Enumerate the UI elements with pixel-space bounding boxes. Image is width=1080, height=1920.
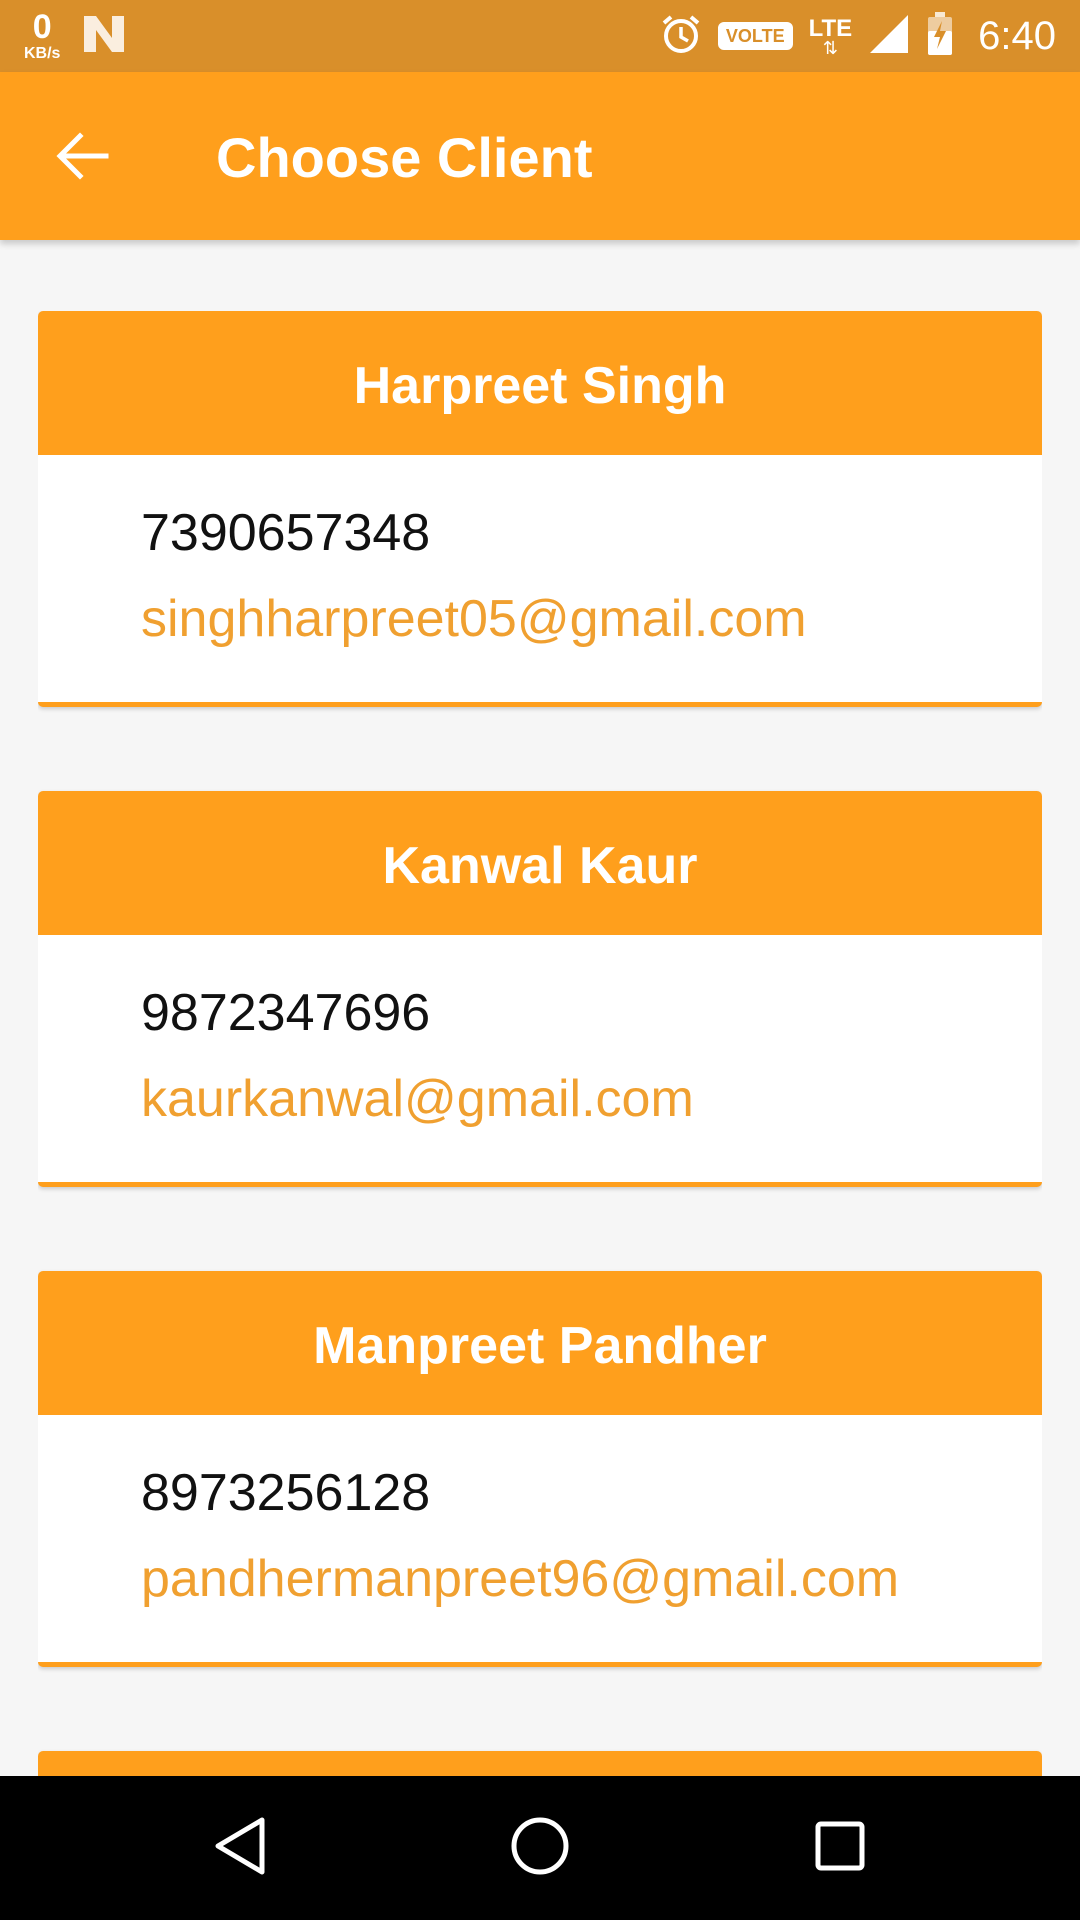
client-card[interactable]: Manpreet Pandher 8973256128 pandhermanpr…	[38, 1271, 1042, 1667]
network-speed: 0 KB/s	[24, 10, 60, 62]
network-speed-value: 0	[32, 8, 52, 46]
client-card[interactable]: Harpreet Singh 7390657348 singhharpreet0…	[38, 311, 1042, 707]
lte-indicator: LTE ⇅	[809, 17, 853, 58]
client-card[interactable]: Kanwal Kaur 9872347696 kaurkanwal@gmail.…	[38, 791, 1042, 1187]
network-speed-unit: KB/s	[24, 45, 61, 62]
back-button[interactable]	[46, 122, 118, 194]
client-email: singhharpreet05@gmail.com	[141, 590, 807, 648]
signal-icon	[868, 13, 910, 60]
battery-charging-icon	[926, 11, 954, 62]
arrow-back-icon	[54, 128, 110, 189]
system-nav-bar	[0, 1776, 1080, 1920]
status-bar: 0 KB/s VOLTE LTE ⇅ 6:40	[0, 0, 1080, 72]
n-notification-icon	[82, 14, 126, 59]
alarm-icon	[660, 13, 702, 60]
client-name: Harpreet Singh	[38, 311, 1042, 455]
client-card-partial[interactable]	[38, 1751, 1042, 1776]
status-time: 6:40	[978, 13, 1056, 58]
home-circle-icon	[510, 1816, 570, 1881]
client-name: Kanwal Kaur	[38, 791, 1042, 935]
client-card-header	[38, 1751, 1042, 1776]
app-bar: Choose Client	[0, 72, 1080, 240]
volte-badge: VOLTE	[717, 22, 793, 50]
nav-home-button[interactable]	[504, 1812, 576, 1884]
client-email: pandhermanpreet96@gmail.com	[141, 1550, 900, 1608]
client-phone: 7390657348	[141, 504, 431, 562]
page-title: Choose Client	[216, 126, 593, 189]
client-phone: 8973256128	[141, 1464, 431, 1522]
back-triangle-icon	[212, 1816, 268, 1881]
client-email: kaurkanwal@gmail.com	[141, 1070, 694, 1128]
client-list[interactable]: Harpreet Singh 7390657348 singhharpreet0…	[38, 311, 1042, 1776]
data-arrows-icon: ⇅	[822, 38, 838, 58]
nav-recents-button[interactable]	[804, 1812, 876, 1884]
client-phone: 9872347696	[141, 984, 431, 1042]
recents-square-icon	[814, 1820, 866, 1877]
client-name: Manpreet Pandher	[38, 1271, 1042, 1415]
nav-back-button[interactable]	[204, 1812, 276, 1884]
